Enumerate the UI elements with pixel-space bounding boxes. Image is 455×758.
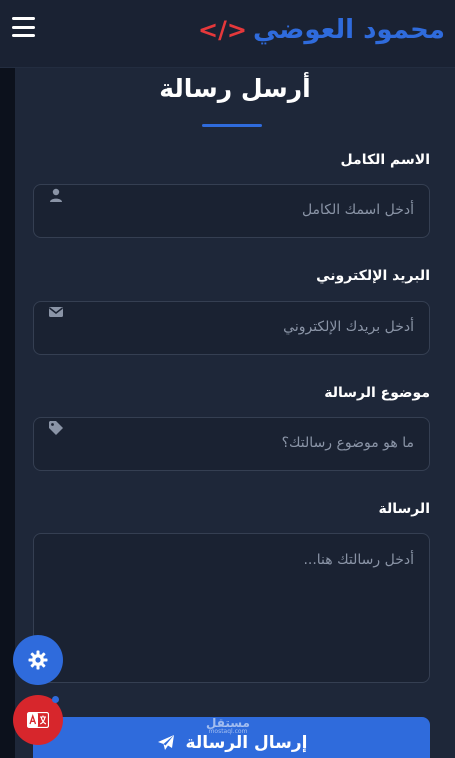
user-icon <box>50 188 62 202</box>
settings-fab-button[interactable] <box>13 635 63 685</box>
form-title: أرسل رسالة <box>159 74 311 103</box>
top-navbar: محمود العوضي </> <box>0 0 455 68</box>
message-label: الرسالة <box>378 501 430 517</box>
full-name-field[interactable]: أدخل اسمك الكامل <box>33 184 430 238</box>
logo-name: محمود العوضي <box>252 15 445 45</box>
title-underline <box>202 124 262 127</box>
language-icon <box>27 712 49 728</box>
send-message-label: إرسال الرسالة <box>185 733 308 753</box>
mostaql-watermark: مستقل mostaql.com <box>198 716 258 736</box>
paper-plane-icon <box>157 735 174 750</box>
subject-label: موضوع الرسالة <box>324 385 430 401</box>
subject-field[interactable]: ما هو موضوع رسالتك؟ <box>33 417 430 471</box>
envelope-icon <box>49 307 63 317</box>
tag-icon <box>49 421 63 435</box>
language-fab-button[interactable] <box>13 695 63 745</box>
notification-dot <box>52 696 59 703</box>
email-field[interactable]: أدخل بريدك الإلكتروني <box>33 301 430 355</box>
hamburger-menu-icon[interactable] <box>12 16 35 38</box>
message-placeholder: أدخل رسالتك هنا... <box>303 552 414 568</box>
email-label: البريد الإلكتروني <box>316 268 430 284</box>
email-placeholder: أدخل بريدك الإلكتروني <box>283 319 414 335</box>
full-name-placeholder: أدخل اسمك الكامل <box>301 202 414 218</box>
subject-placeholder: ما هو موضوع رسالتك؟ <box>281 435 414 451</box>
message-textarea[interactable]: أدخل رسالتك هنا... <box>33 533 430 683</box>
site-logo[interactable]: محمود العوضي </> <box>198 12 445 48</box>
logo-code: </> <box>197 16 247 44</box>
gear-icon <box>28 650 48 670</box>
full-name-label: الاسم الكامل <box>340 152 430 168</box>
